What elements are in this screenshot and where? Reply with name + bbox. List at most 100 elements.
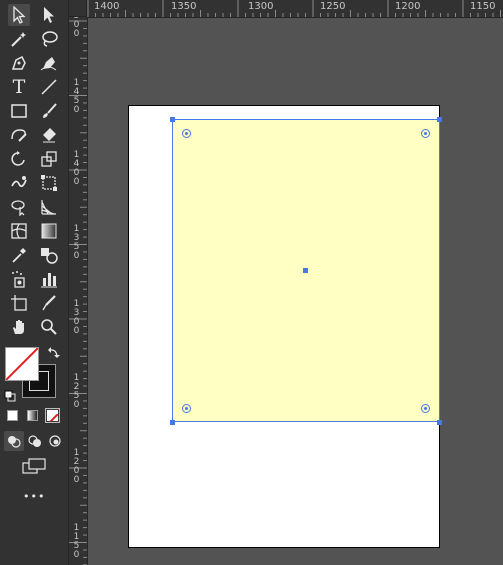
default-fill-stroke-icon[interactable] <box>4 387 16 406</box>
draw-normal-icon <box>8 436 21 448</box>
ruler-label: 1400 <box>94 1 120 12</box>
warp-tool-icon <box>11 176 27 188</box>
magic-wand-tool[interactable] <box>8 28 30 50</box>
rectangle-tool-icon <box>11 104 27 118</box>
ruler-label: 1350 <box>73 224 80 261</box>
eyedropper-tool-icon <box>12 248 26 263</box>
none-indicator-icon <box>6 348 38 380</box>
ruler-label: 1500 <box>73 17 80 39</box>
bounding-box-handle[interactable] <box>170 117 175 122</box>
ruler-label: 1400 <box>73 150 80 187</box>
symbol-sprayer-tool-icon <box>12 271 25 288</box>
ruler-label: 1200 <box>73 448 80 485</box>
swap-fill-stroke-icon[interactable] <box>47 345 61 364</box>
draw-behind-icon <box>28 435 41 447</box>
ruler-origin-corner[interactable] <box>69 0 87 17</box>
scale-tool-icon <box>41 151 57 167</box>
bounding-box-handle[interactable] <box>437 117 442 122</box>
mesh-tool[interactable] <box>8 220 30 242</box>
curvature-tool[interactable] <box>38 52 60 74</box>
perspective-grid-tool-icon <box>41 200 56 215</box>
type-tool-icon: T <box>12 76 26 98</box>
ruler-label: 1300 <box>73 299 80 336</box>
fill-color-swatch[interactable] <box>5 347 39 381</box>
corner-radius-widget[interactable] <box>421 129 430 138</box>
paintbrush-tool-icon <box>43 103 57 118</box>
tools-panel: T ••• <box>0 0 69 565</box>
eraser-tool[interactable] <box>38 124 60 146</box>
zoom-tool[interactable] <box>38 316 60 338</box>
color-mode-button[interactable] <box>7 410 18 421</box>
vertical-ruler[interactable]: 1500 1450 1400 1350 1300 1250 1200 1150 <box>69 17 88 565</box>
artboard-tool-icon <box>11 295 27 311</box>
type-tool[interactable]: T <box>8 76 30 98</box>
shape-builder-tool-icon <box>11 200 25 216</box>
draw-behind-button[interactable] <box>25 431 45 451</box>
lasso-tool-icon <box>42 31 58 47</box>
gradient-tool[interactable] <box>38 220 60 242</box>
direct-selection-tool-icon <box>44 7 54 23</box>
rotate-tool[interactable] <box>8 148 30 170</box>
gradient-mode-button[interactable] <box>27 410 38 421</box>
bounding-box-handle[interactable] <box>437 420 442 425</box>
free-transform-tool-icon <box>41 175 57 191</box>
curvature-tool-icon <box>40 57 57 71</box>
mesh-tool-icon <box>11 223 27 239</box>
lasso-tool[interactable] <box>38 28 60 50</box>
shaper-tool[interactable] <box>8 124 30 146</box>
scale-tool[interactable] <box>38 148 60 170</box>
paintbrush-tool[interactable] <box>38 100 60 122</box>
column-graph-tool[interactable] <box>38 268 60 290</box>
ruler-label: 1350 <box>171 1 197 12</box>
screen-mode-icon <box>22 458 46 474</box>
shape-builder-tool[interactable] <box>8 196 30 218</box>
draw-inside-icon <box>49 435 61 447</box>
gradient-tool-icon <box>41 223 57 239</box>
direct-selection-tool[interactable] <box>38 4 60 26</box>
ruler-label: 1150 <box>73 523 80 560</box>
draw-normal-button[interactable] <box>4 431 24 451</box>
ruler-label: 1250 <box>73 373 80 410</box>
free-transform-tool[interactable] <box>38 172 60 194</box>
symbol-sprayer-tool[interactable] <box>8 268 30 290</box>
ruler-label: 1250 <box>320 1 346 12</box>
line-segment-tool[interactable] <box>38 76 60 98</box>
ruler-label: 1150 <box>470 1 496 12</box>
eyedropper-tool[interactable] <box>8 244 30 266</box>
hand-tool-icon <box>13 320 24 334</box>
blend-tool[interactable] <box>38 244 60 266</box>
edit-toolbar-button[interactable]: ••• <box>23 490 45 503</box>
horizontal-ruler-ticks <box>87 0 501 17</box>
column-graph-tool-icon <box>41 273 57 288</box>
bounding-box-handle[interactable] <box>170 420 175 425</box>
artboard-tool[interactable] <box>8 292 30 314</box>
line-segment-tool-icon <box>41 79 57 95</box>
zoom-tool-icon <box>41 319 57 335</box>
corner-radius-widget[interactable] <box>182 129 191 138</box>
warp-tool[interactable] <box>8 172 30 194</box>
selection-tool-icon <box>13 6 26 24</box>
hand-tool[interactable] <box>8 316 30 338</box>
horizontal-ruler[interactable]: 1400 1350 1300 1250 1200 1150 <box>69 0 503 18</box>
none-icon <box>49 413 58 421</box>
ruler-label: 1200 <box>395 1 421 12</box>
selection-tool[interactable] <box>8 4 30 26</box>
none-mode-button[interactable] <box>45 408 60 423</box>
change-screen-mode-button[interactable] <box>22 457 48 475</box>
draw-inside-button[interactable] <box>45 431 65 451</box>
corner-radius-widget[interactable] <box>421 404 430 413</box>
blend-tool-icon <box>41 248 58 264</box>
shaper-tool-icon <box>11 129 27 142</box>
eraser-tool-icon <box>43 128 56 143</box>
magic-wand-tool-icon <box>11 32 26 47</box>
corner-radius-widget[interactable] <box>182 404 191 413</box>
ruler-label: 1450 <box>73 78 80 115</box>
perspective-grid-tool[interactable] <box>38 196 60 218</box>
pen-tool[interactable] <box>8 52 30 74</box>
ruler-label: 1300 <box>248 1 274 12</box>
center-point <box>303 268 308 273</box>
slice-tool[interactable] <box>38 292 60 314</box>
rotate-tool-icon <box>11 151 25 166</box>
slice-tool-icon <box>42 295 56 311</box>
rectangle-tool[interactable] <box>8 100 30 122</box>
